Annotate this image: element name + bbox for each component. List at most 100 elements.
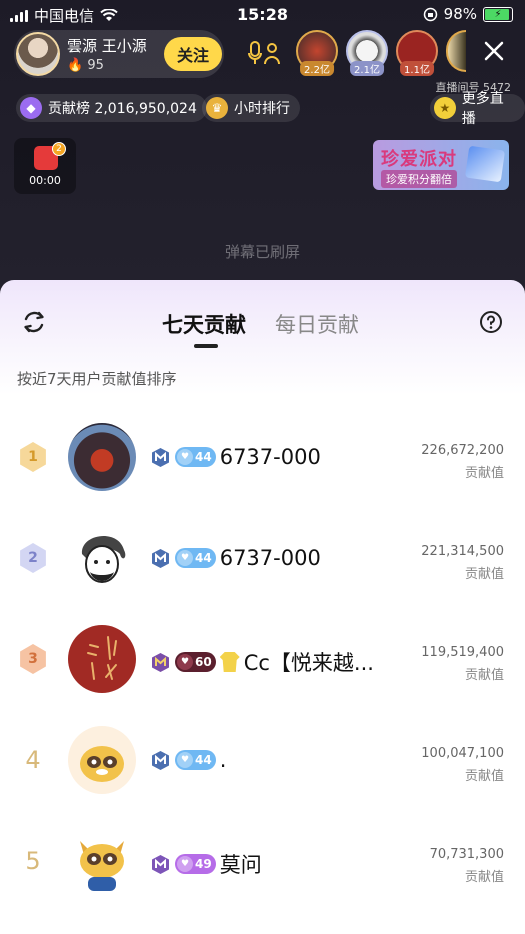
tier-badge-icon — [152, 750, 169, 770]
close-icon[interactable] — [481, 38, 507, 64]
heart-icon: ♥ — [177, 550, 193, 566]
tier-badge-icon — [152, 548, 169, 568]
score-label: 贡献值 — [464, 769, 504, 784]
tab-daily[interactable]: 每日贡献 — [275, 309, 359, 339]
contribution-chip[interactable]: ◆ 贡献榜 2,016,950,024 — [16, 94, 207, 122]
level-number: 49 — [195, 857, 212, 871]
red-packet-timer: 00:00 — [29, 174, 61, 187]
score-label: 贡献值 — [464, 466, 504, 481]
host-name: 雲源 王小源 — [67, 37, 147, 55]
top-viewers: 2.2亿 2.1亿 1.1亿 — [296, 30, 466, 76]
crown-icon: ♛ — [206, 97, 228, 119]
contribution-score: 221,314,500 — [421, 544, 504, 559]
ranking-row[interactable]: 2 ♥ 44 6737-000 221,314,500 贡献值 — [0, 508, 525, 608]
user-avatar[interactable] — [68, 524, 136, 592]
tab-indicator — [194, 344, 218, 348]
rank-number: 2 — [28, 550, 38, 566]
more-live-chip-label: 更多直播 — [461, 91, 504, 127]
contribution-score: 70,731,300 — [429, 847, 504, 862]
user-avatar[interactable] — [68, 726, 136, 794]
ranking-row[interactable]: 4 ♥ 44 . 100,047,100 贡献值 — [0, 710, 525, 810]
level-badge: ♥ 60 — [175, 652, 216, 672]
user-name: . — [219, 748, 227, 772]
level-number: 44 — [195, 450, 212, 464]
status-bar: 中国电信 15:28 98% ⚡ — [0, 0, 525, 30]
tier-badge-icon — [152, 447, 169, 467]
battery-percent: 98% — [443, 5, 477, 23]
rank-silver-badge: 2 — [20, 543, 46, 573]
contribution-score: 119,519,400 — [421, 645, 504, 660]
contribution-score: 226,672,200 — [421, 443, 504, 458]
host-card[interactable]: 雲源 王小源 🔥 95 关注 — [14, 30, 224, 78]
viewer-count: 1.1亿 — [400, 61, 434, 76]
tab-seven-day[interactable]: 七天贡献 — [162, 309, 246, 339]
hourly-rank-chip-label: 小时排行 — [234, 101, 290, 117]
level-badge: ♥ 44 — [175, 750, 216, 770]
user-avatar[interactable] — [68, 827, 136, 895]
rank-number: 5 — [25, 847, 41, 875]
viewer-avatar[interactable]: 1.1亿 — [396, 30, 438, 76]
heart-icon: ♥ — [177, 654, 193, 670]
contribution-score: 100,047,100 — [421, 746, 504, 761]
user-avatar[interactable] — [68, 625, 136, 693]
ranking-row[interactable]: 3 ♥ 60 Cc【悦来越... 119,519,400 贡献值 — [0, 609, 525, 709]
more-live-chip[interactable]: ★ 更多直播 — [430, 91, 525, 127]
rank-number: 4 — [25, 746, 41, 774]
battery-icon: ⚡ — [483, 6, 513, 22]
promo-subtitle: 珍爱积分翻倍 — [381, 170, 457, 188]
viewer-avatar[interactable]: 2.1亿 — [346, 30, 388, 76]
orientation-lock-icon — [423, 7, 437, 21]
sort-description: 按近7天用户贡献值排序 — [17, 370, 177, 388]
sketch-face-icon — [81, 536, 126, 583]
rank-number: 3 — [28, 651, 38, 667]
viewer-avatar[interactable]: 2.2亿 — [296, 30, 338, 76]
tier-badge-icon — [152, 652, 169, 672]
score-label: 贡献值 — [464, 668, 504, 683]
danmaku-notice: 弹幕已刷屏 — [224, 243, 300, 261]
user-name: Cc【悦来越... — [243, 651, 374, 675]
rank-number: 1 — [28, 449, 38, 465]
red-packet-widget[interactable]: 2 00:00 — [14, 138, 76, 194]
help-icon[interactable] — [479, 310, 503, 334]
level-badge: ♥ 44 — [175, 548, 216, 568]
red-packet-badge: 2 — [52, 142, 66, 156]
score-label: 贡献值 — [464, 870, 504, 885]
user-name: 莫问 — [219, 853, 262, 877]
ranking-row[interactable]: 5 ♥ 49 莫问 70,731,300 贡献值 — [0, 811, 525, 911]
calligraphy-seal-icon — [87, 636, 117, 680]
diamond-icon: ◆ — [20, 97, 42, 119]
star-icon: ★ — [434, 97, 456, 119]
level-badge: ♥ 49 — [175, 854, 216, 874]
rank-bronze-badge: 3 — [20, 644, 46, 674]
user-name: 6737-000 — [219, 546, 321, 570]
contribution-ranking-sheet: 七天贡献 每日贡献 按近7天用户贡献值排序 1 ♥ 44 6737-000 226… — [0, 280, 525, 934]
heart-icon: ♥ — [177, 856, 193, 872]
heart-icon: ♥ — [177, 449, 193, 465]
host-avatar[interactable] — [16, 32, 60, 76]
host-fans-count: 95 — [87, 58, 104, 73]
tier-badge-icon — [152, 854, 169, 874]
follow-button[interactable]: 关注 — [164, 37, 222, 71]
user-avatar[interactable] — [68, 423, 136, 491]
contribution-chip-label: 贡献榜 2,016,950,024 — [48, 101, 197, 117]
score-label: 贡献值 — [464, 567, 504, 582]
user-name: 6737-000 — [219, 445, 321, 469]
card-stack-icon — [464, 145, 506, 183]
promo-title: 珍爱派对 — [381, 149, 457, 170]
mic-link-icon[interactable] — [248, 40, 282, 68]
level-number: 44 — [195, 551, 212, 565]
level-badge: ♥ 44 — [175, 447, 216, 467]
refresh-icon[interactable] — [20, 308, 48, 336]
viewer-avatar[interactable] — [446, 30, 466, 72]
viewer-count: 2.1亿 — [350, 61, 384, 76]
promo-banner[interactable]: 珍爱派对 珍爱积分翻倍 — [373, 140, 509, 190]
level-number: 60 — [195, 655, 212, 669]
ranking-row[interactable]: 1 ♥ 44 6737-000 226,672,200 贡献值 — [0, 407, 525, 507]
level-number: 44 — [195, 753, 212, 767]
rank-gold-badge: 1 — [20, 442, 46, 472]
shirt-badge-icon — [219, 652, 240, 672]
hourly-rank-chip[interactable]: ♛ 小时排行 — [202, 94, 300, 122]
viewer-count: 2.2亿 — [300, 61, 334, 76]
raccoon-mascot-icon — [80, 746, 124, 782]
raccoon-mascot-icon — [80, 841, 124, 891]
